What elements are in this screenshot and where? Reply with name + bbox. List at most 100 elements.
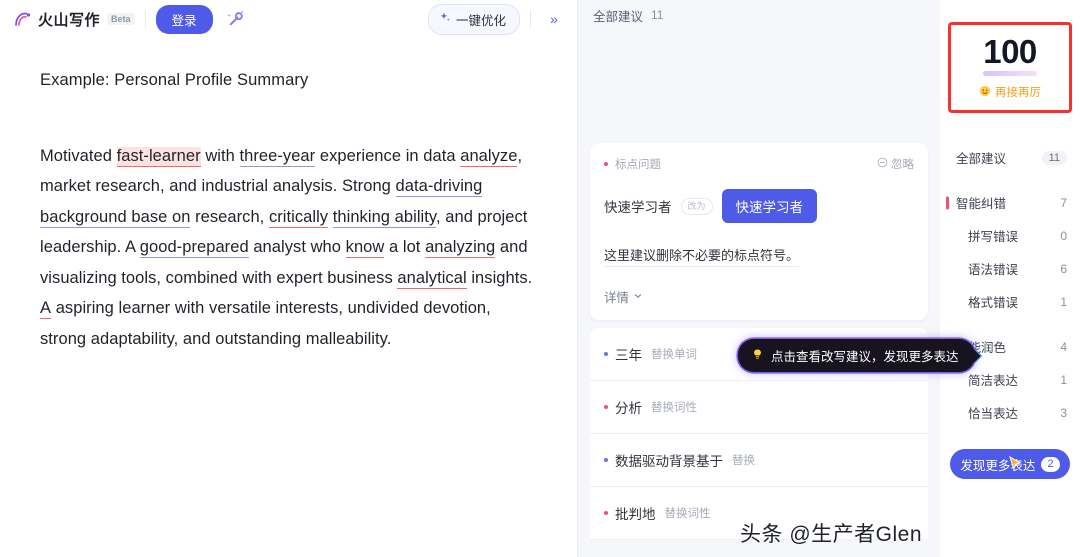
suggestion-row-tag: 替换词性 <box>664 508 711 520</box>
doc-run-error-fast-learner[interactable]: fast-learner <box>116 146 201 167</box>
doc-run-error-analytical[interactable]: analytical <box>397 268 467 289</box>
rail-item-count: 0 <box>1060 228 1067 243</box>
rail-item-label: 语法错误 <box>968 263 1019 277</box>
rail-item-label: 智能纠错 <box>956 197 1007 211</box>
mouse-pointer-icon <box>1007 455 1024 472</box>
beta-badge: Beta <box>107 13 135 25</box>
category-indicator-bar <box>946 196 949 209</box>
doc-run-error-a[interactable]: A <box>40 299 52 320</box>
app-root: 火山写作 Beta 登录 一键优化 » Example: Personal Pr… <box>0 0 1080 557</box>
ignore-button[interactable]: 忽略 <box>877 156 914 172</box>
suggestion-row[interactable]: 数据驱动背景基于 替换 <box>590 434 928 487</box>
suggestion-description: 这里建议删除不必要的标点符号。 <box>604 245 800 267</box>
double-chevron-right-icon[interactable]: » <box>541 6 567 32</box>
rewrite-hint-tooltip: 点击查看改写建议，发现更多表达 <box>738 339 975 372</box>
score-rail: 100 再接再厉 全部建议 11 智能纠错 7 拼写错误 0 语法错误 6 格式… <box>940 0 1080 557</box>
doc-run: with <box>200 146 240 165</box>
suggestion-row[interactable]: 分析 替换词性 <box>590 381 928 434</box>
doc-run-error-analyze[interactable]: analyze <box>460 146 518 167</box>
suggestion-row-label: 数据驱动背景基于 <box>615 454 723 469</box>
smiley-icon <box>979 85 991 100</box>
doc-run: analyst who <box>248 238 346 257</box>
rail-item-count: 1 <box>1060 294 1067 309</box>
discover-more-badge: 2 <box>1041 456 1060 472</box>
brand-logo[interactable]: 火山写作 Beta <box>12 8 135 30</box>
editor-column: 火山写作 Beta 登录 一键优化 » Example: Personal Pr… <box>0 0 578 557</box>
magic-wand-icon[interactable] <box>223 6 249 32</box>
rail-item-spelling-errors[interactable]: 拼写错误 0 <box>940 219 1080 252</box>
rail-item-grammar-errors[interactable]: 语法错误 6 <box>940 252 1080 285</box>
doc-run-error-critically[interactable]: critically <box>268 207 329 228</box>
score-underline-decoration <box>983 71 1037 76</box>
change-to-chip: 改为 <box>680 197 713 215</box>
discover-more-label: 发现更多表达 <box>960 458 1036 473</box>
brand-name: 火山写作 <box>38 11 101 29</box>
score-value: 100 <box>983 33 1037 70</box>
doc-run-style-good-prepared[interactable]: good-prepared <box>139 238 249 259</box>
top-toolbar: 火山写作 Beta 登录 一键优化 » <box>0 0 577 38</box>
detail-label: 详情 <box>604 291 630 305</box>
score-highlight-box: 100 再接再厉 <box>948 22 1072 113</box>
doc-run: experience in data <box>315 146 461 165</box>
rail-item-smart-correction[interactable]: 智能纠错 7 <box>940 186 1080 219</box>
rail-item-count: 6 <box>1060 261 1067 276</box>
suggestion-row-tag: 替换单词 <box>651 349 697 361</box>
category-list: 全部建议 11 智能纠错 7 拼写错误 0 语法错误 6 格式错误 1 智能润色… <box>940 141 1080 429</box>
severity-dot-icon <box>604 405 608 409</box>
doc-run: a lot <box>384 238 426 257</box>
suggestions-header-count: 11 <box>651 8 664 22</box>
suggestion-card-header: 标点问题 忽略 <box>604 156 914 172</box>
discover-more-button[interactable]: 发现更多表达 2 <box>950 449 1070 479</box>
ignore-label: 忽略 <box>891 159 914 171</box>
severity-dot-icon <box>604 511 608 515</box>
sparkle-icon <box>439 11 452 27</box>
original-text: 快速学习者 <box>604 200 672 215</box>
doc-run: research, <box>190 207 269 226</box>
rail-item-all-suggestions[interactable]: 全部建议 11 <box>940 141 1080 174</box>
rail-item-label: 拼写错误 <box>968 230 1019 244</box>
rail-item-count: 11 <box>1041 150 1067 165</box>
document-title: Example: Personal Profile Summary <box>40 71 309 89</box>
apply-suggestion-button[interactable]: 快速学习者 <box>721 189 818 223</box>
chevron-down-icon <box>633 290 643 304</box>
watermark: 头条 @生产者Glen <box>739 523 922 546</box>
doc-run-style-thinking-ability[interactable]: thinking ability <box>332 207 436 228</box>
score-subtitle-label: 再接再厉 <box>995 87 1041 99</box>
rail-item-format-errors[interactable]: 格式错误 1 <box>940 285 1080 318</box>
suggestion-row-label: 批判地 <box>615 507 656 522</box>
one-click-optimize-button[interactable]: 一键优化 <box>427 3 520 35</box>
document-body[interactable]: Motivated fast-learner with three-year e… <box>40 141 537 355</box>
replace-row: 快速学习者 改为 快速学习者 <box>604 189 914 223</box>
optimize-label: 一键优化 <box>455 13 506 28</box>
circle-minus-icon <box>877 157 888 171</box>
suggestion-row-label: 三年 <box>615 348 642 363</box>
doc-run-style-three-year[interactable]: three-year <box>239 146 316 167</box>
rail-item-label: 简洁表达 <box>968 374 1019 388</box>
document-editor[interactable]: Example: Personal Profile Summary Motiva… <box>0 38 577 557</box>
rail-item-label: 全部建议 <box>956 152 1007 166</box>
severity-dot-icon <box>604 162 608 166</box>
login-button[interactable]: 登录 <box>155 4 213 34</box>
rail-item-appropriate-expression[interactable]: 恰当表达 3 <box>940 396 1080 429</box>
toolbar-divider-2 <box>530 10 531 28</box>
severity-dot-icon <box>604 458 608 462</box>
suggestion-card-expanded[interactable]: 标点问题 忽略 快速学习者 改为 快速学习者 这里建议删除不必要的标点符号。 详… <box>590 143 928 320</box>
suggestion-tag: 标点问题 <box>615 159 661 171</box>
lightbulb-icon <box>751 348 764 364</box>
tooltip-text: 点击查看改写建议，发现更多表达 <box>771 350 959 364</box>
rail-spacer <box>940 479 1080 557</box>
rail-item-label: 格式错误 <box>968 296 1019 310</box>
volcano-logo-icon <box>12 8 34 30</box>
rail-item-count: 1 <box>1060 372 1067 387</box>
rail-item-count: 7 <box>1060 195 1067 210</box>
toolbar-divider <box>144 10 146 28</box>
doc-run-error-know[interactable]: know <box>345 238 385 259</box>
score-subtitle: 再接再厉 <box>979 84 1041 100</box>
rail-item-count: 4 <box>1060 339 1067 354</box>
detail-toggle[interactable]: 详情 <box>604 287 914 306</box>
severity-dot-icon <box>604 352 608 356</box>
suggestions-header-label: 全部建议 <box>593 9 644 24</box>
doc-run-error-analyzing[interactable]: analyzing <box>425 238 496 259</box>
doc-run: insights. <box>466 268 533 287</box>
doc-run: Motivated <box>40 146 117 165</box>
